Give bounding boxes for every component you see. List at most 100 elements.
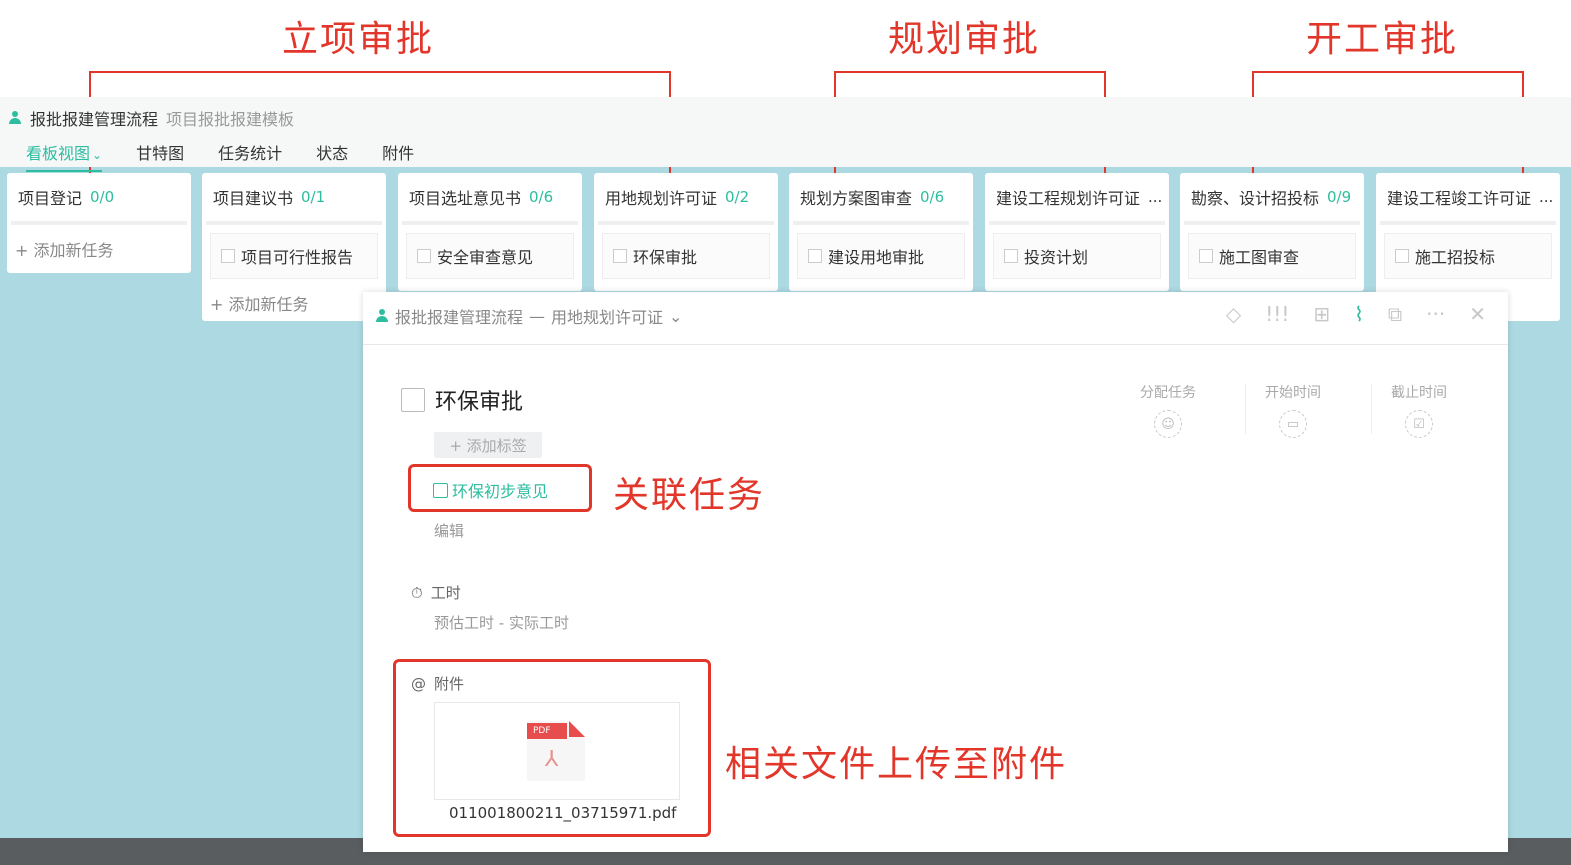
task-card[interactable]: 施工图审查 [1188,233,1356,279]
tab-attachments[interactable]: 附件 [382,140,414,172]
kanban-column: 项目登记 0/0 + 添加新任务 [7,173,191,273]
column-count: 0/9 [1327,188,1352,206]
more-icon[interactable]: ··· [1426,302,1445,326]
close-icon[interactable]: ✕ [1469,302,1486,326]
column-title: 项目建议书 [213,189,294,208]
column-header: 建设工程规划许可证... [989,173,1165,225]
project-name[interactable]: 报批报建管理流程 [30,106,158,130]
kanban-column: 建设工程规划许可证... 投资计划 [985,173,1169,291]
column-header: 用地规划许可证 0/2 [598,173,774,225]
column-title: 用地规划许可证 [605,189,718,208]
task-card[interactable]: 环保审批 [602,233,770,279]
template-name: 项目报批报建模板 [166,110,295,129]
attachment-icon[interactable]: ⌇ [1354,302,1364,326]
task-checkbox[interactable] [808,249,822,263]
kanban-column: 项目选址意见书 0/6 安全审查意见 [398,173,582,291]
column-count: ... [1148,188,1163,206]
column-title: 建设工程规划许可证 [996,189,1141,208]
task-title[interactable]: 环保审批 [435,384,523,416]
column-count: 0/1 [301,188,326,206]
task-card-title: 投资计划 [1024,248,1089,267]
open-external-icon[interactable]: ⧉ [1388,302,1402,326]
add-task-button[interactable]: + 添加新任务 [7,225,191,273]
column-header: 项目选址意见书 0/6 [402,173,578,225]
tab-statistics[interactable]: 任务统计 [218,140,282,172]
due-time-field[interactable]: 截止时间 ☑ [1384,382,1454,438]
task-card[interactable]: 投资计划 [993,233,1161,279]
task-card-title: 建设用地审批 [828,248,925,267]
kanban-column: 用地规划许可证 0/2 环保审批 [594,173,778,291]
start-time-label: 开始时间 [1265,385,1321,401]
related-task-highlight [408,464,592,512]
start-time-field[interactable]: 开始时间 ▭ [1258,382,1328,438]
edit-button[interactable]: 编辑 [434,520,464,541]
column-header: 勘察、设计招投标 0/9 [1184,173,1360,225]
priority-icon[interactable]: !!! [1265,302,1289,326]
breadcrumb-project[interactable]: 报批报建管理流程 [395,304,523,328]
column-title: 项目选址意见书 [409,189,522,208]
annotation-stage-1: 立项审批 [282,19,435,60]
column-count: 0/2 [725,188,750,206]
task-checkbox[interactable] [1199,249,1213,263]
divider [1371,384,1372,434]
task-complete-checkbox[interactable] [401,388,425,412]
breadcrumb: 报批报建管理流程 — 用地规划许可证 ⌄ [375,304,682,328]
task-checkbox[interactable] [613,249,627,263]
project-title-bar: 报批报建管理流程 项目报批报建模板 [8,106,294,130]
task-card[interactable]: 建设用地审批 [797,233,965,279]
work-hours-value[interactable]: 预估工时 - 实际工时 [434,612,569,633]
project-member-icon [8,111,22,125]
task-card-title: 环保审批 [633,248,698,267]
view-tabs: 看板视图 ⌄ 甘特图 任务统计 状态 附件 [26,140,448,172]
tab-gantt[interactable]: 甘特图 [136,140,184,172]
user-icon: ☺ [1154,410,1182,438]
assign-task-field[interactable]: 分配任务 ☺ [1133,382,1203,438]
column-header: 规划方案图审查 0/6 [793,173,969,225]
annotation-attachment: 相关文件上传至附件 [725,744,1068,785]
tag-icon[interactable]: ◇ [1226,302,1241,326]
task-checkbox[interactable] [417,249,431,263]
task-card[interactable]: 施工招投标 [1384,233,1552,279]
task-checkbox[interactable] [1004,249,1018,263]
work-hours-label: 工时 [430,584,461,602]
calendar-icon: ▭ [1279,410,1307,438]
task-checkbox[interactable] [221,249,235,263]
task-card-title: 施工图审查 [1219,248,1300,267]
column-title: 规划方案图审查 [800,189,913,208]
attachment-highlight [393,659,711,837]
kanban-column: 勘察、设计招投标 0/9 施工图审查 [1180,173,1364,291]
work-hours-section: ⏱ 工时 [411,582,461,603]
column-header: 项目登记 0/0 [11,173,187,225]
timer-icon: ⏱ [411,583,423,602]
kanban-column: 项目建议书 0/1 项目可行性报告 + 添加新任务 [202,173,386,321]
project-member-icon [375,309,389,323]
column-count: 0/6 [920,188,945,206]
add-task-button[interactable]: + 添加新任务 [202,279,386,327]
panel-toolbar: ◇ !!! ⊞ ⌇ ⧉ ··· ✕ [1226,302,1486,326]
task-card-title: 项目可行性报告 [241,248,354,267]
add-tag-button[interactable]: + 添加标签 [434,432,542,458]
task-card[interactable]: 项目可行性报告 [210,233,378,279]
task-checkbox[interactable] [1395,249,1409,263]
column-title: 勘察、设计招投标 [1191,189,1320,208]
tab-kanban[interactable]: 看板视图 ⌄ [26,140,103,172]
divider [1245,384,1246,434]
kanban-column: 规划方案图审查 0/6 建设用地审批 [789,173,973,291]
tab-kanban-label: 看板视图 [26,144,91,163]
annotation-stage-3: 开工审批 [1306,19,1459,60]
breadcrumb-separator: — [529,306,546,326]
task-card-title: 安全审查意见 [437,248,534,267]
chevron-down-icon[interactable]: ⌄ [669,307,682,326]
column-count: 0/6 [529,188,554,206]
column-count: ... [1539,188,1554,206]
chevron-down-icon: ⌄ [92,148,103,162]
due-time-label: 截止时间 [1391,385,1447,401]
column-count: 0/0 [90,188,115,206]
subtask-icon[interactable]: ⊞ [1313,302,1330,326]
column-title: 建设工程竣工许可证 [1387,189,1532,208]
column-header: 项目建议书 0/1 [206,173,382,225]
annotation-stage-2: 规划审批 [888,19,1041,60]
breadcrumb-stage[interactable]: 用地规划许可证 [551,304,663,328]
task-card[interactable]: 安全审查意见 [406,233,574,279]
tab-status[interactable]: 状态 [316,140,348,172]
